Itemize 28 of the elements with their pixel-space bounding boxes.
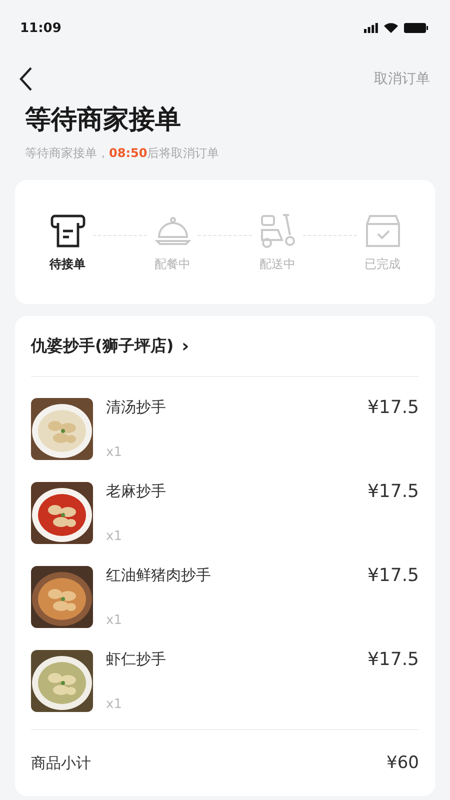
- battery-icon: [404, 23, 428, 33]
- step-label: 配餐中: [154, 256, 190, 272]
- subtotal-value: ¥60: [386, 753, 419, 773]
- back-icon[interactable]: [18, 66, 34, 92]
- dish-price: ¥17.5: [367, 397, 419, 418]
- shop-name[interactable]: 仇婆抄手(狮子坪店): [31, 336, 174, 356]
- dish-quantity: x1: [106, 445, 123, 460]
- dish-price: ¥17.5: [367, 565, 419, 586]
- subtotal-label: 商品小计: [31, 754, 91, 772]
- step-label: 配送中: [260, 256, 296, 272]
- scooter-icon: [258, 212, 296, 250]
- dish-name: 清汤抄手: [106, 398, 167, 417]
- wifi-icon: [384, 23, 398, 33]
- dish-name: 红油鲜猪肉抄手: [106, 566, 212, 585]
- dish-price: ¥17.5: [367, 649, 419, 670]
- page-title: 等待商家接单: [25, 104, 182, 137]
- step-label: 待接单: [50, 256, 86, 272]
- dish-quantity: x1: [106, 613, 123, 628]
- dish-quantity: x1: [106, 697, 123, 712]
- countdown-notice: 等待商家接单，08:50后将取消订单: [25, 145, 220, 162]
- dish-price: ¥17.5: [367, 481, 419, 502]
- dish-name: 虾仁抄手: [106, 650, 167, 669]
- chevron-icon[interactable]: ›: [182, 336, 190, 356]
- signal-icon: [364, 23, 378, 33]
- dish-quantity: x1: [106, 529, 123, 544]
- step-label: 已完成: [364, 256, 400, 272]
- dish-name: 老麻抄手: [106, 482, 167, 501]
- status-time: 11:09: [20, 20, 62, 36]
